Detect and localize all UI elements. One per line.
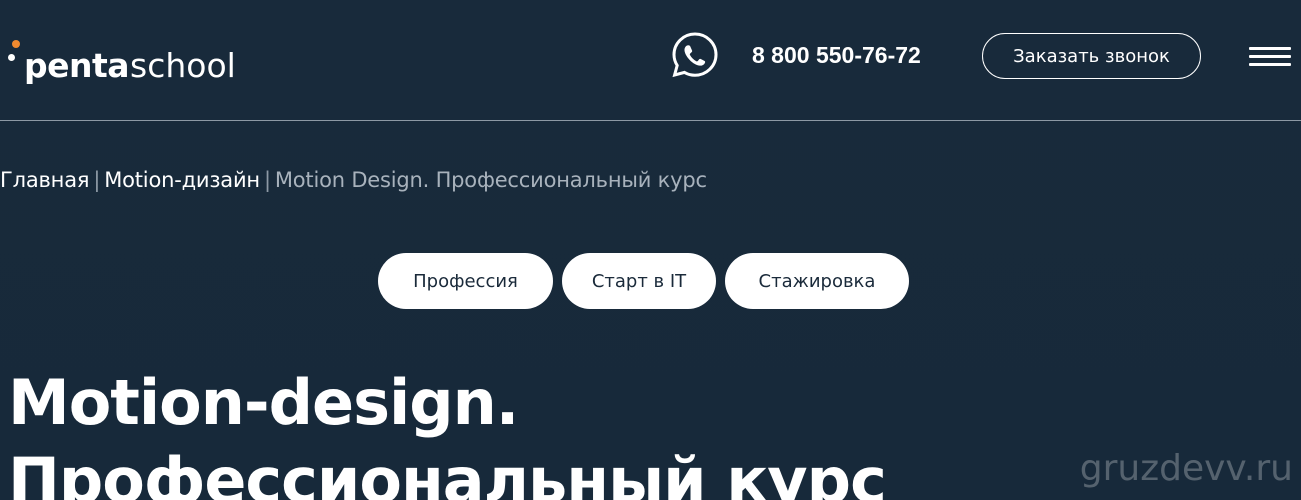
breadcrumb-separator: | [263, 168, 271, 192]
logo-white-dot [8, 54, 15, 61]
breadcrumb-category-link[interactable]: Motion-дизайн [104, 168, 260, 192]
page-title: Motion-design. Профессиональный курс [8, 364, 887, 500]
page-title-line-1: Motion-design. [8, 365, 519, 439]
breadcrumb-home-link[interactable]: Главная [0, 168, 90, 192]
tag-internship[interactable]: Стажировка [725, 253, 909, 309]
page-title-line-2: Профессиональный курс [8, 443, 887, 500]
logo-orange-dot [12, 40, 20, 48]
burger-line [1249, 55, 1291, 58]
course-type-tags: Профессия Старт в IT Стажировка [378, 253, 909, 309]
burger-line [1249, 63, 1291, 66]
site-header: penta school 8 800 550-76-72 Заказать зв… [0, 0, 1301, 121]
logo-text-school: school [130, 46, 236, 85]
tag-start-it[interactable]: Старт в IT [562, 253, 716, 309]
pentaschool-logo[interactable]: penta school [6, 30, 236, 90]
breadcrumb: Главная | Motion-дизайн | Motion Design. Про… [0, 168, 707, 192]
hamburger-menu-icon[interactable] [1249, 47, 1291, 67]
logo-text-penta: penta [24, 46, 130, 85]
page: penta school 8 800 550-76-72 Заказать зв… [0, 0, 1301, 500]
breadcrumb-current: Motion Design. Профессиональный курс [274, 168, 707, 192]
whatsapp-icon[interactable] [671, 31, 719, 79]
phone-number[interactable]: 8 800 550-76-72 [752, 42, 921, 69]
breadcrumb-separator: | [93, 168, 101, 192]
logo-dots-icon [6, 40, 24, 90]
watermark: gruzdevv.ru [1079, 448, 1293, 489]
order-callback-button[interactable]: Заказать звонок [982, 33, 1201, 79]
burger-line [1249, 47, 1291, 50]
tag-profession[interactable]: Профессия [378, 253, 553, 309]
